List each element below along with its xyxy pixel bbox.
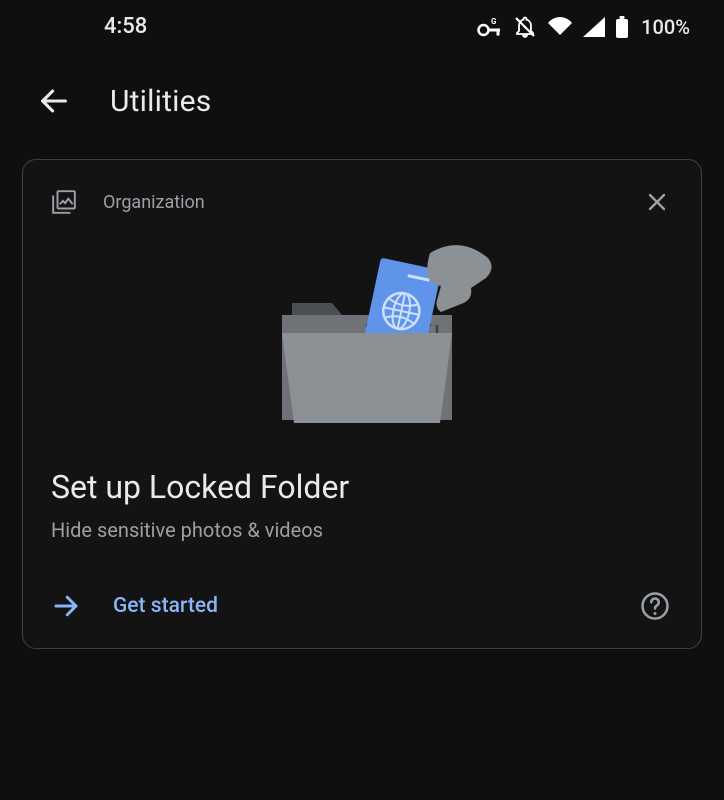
dnd-icon <box>513 15 537 39</box>
page-title: Utilities <box>110 84 211 119</box>
back-button[interactable] <box>34 81 74 121</box>
card-subtitle: Hide sensitive photos & videos <box>51 518 673 542</box>
battery-icon <box>615 16 629 38</box>
get-started-button[interactable]: Get started <box>113 594 218 618</box>
wifi-icon <box>547 17 573 37</box>
signal-icon <box>583 17 605 37</box>
photo-library-icon <box>51 189 77 215</box>
dismiss-card-button[interactable] <box>641 186 673 218</box>
status-bar: 4:58 G <box>0 0 724 49</box>
status-icons: G 100% <box>477 15 690 39</box>
status-time: 4:58 <box>32 14 147 39</box>
locked-folder-illustration <box>51 228 673 448</box>
svg-text:G: G <box>491 17 497 26</box>
battery-percent: 100% <box>641 15 690 39</box>
help-button[interactable] <box>637 588 673 624</box>
card-title: Set up Locked Folder <box>51 468 673 506</box>
vpn-key-icon: G <box>477 16 503 38</box>
card-category: Organization <box>103 192 615 213</box>
locked-folder-card: Organization <box>22 159 702 649</box>
app-bar: Utilities <box>0 49 724 147</box>
arrow-forward-icon <box>51 591 81 621</box>
